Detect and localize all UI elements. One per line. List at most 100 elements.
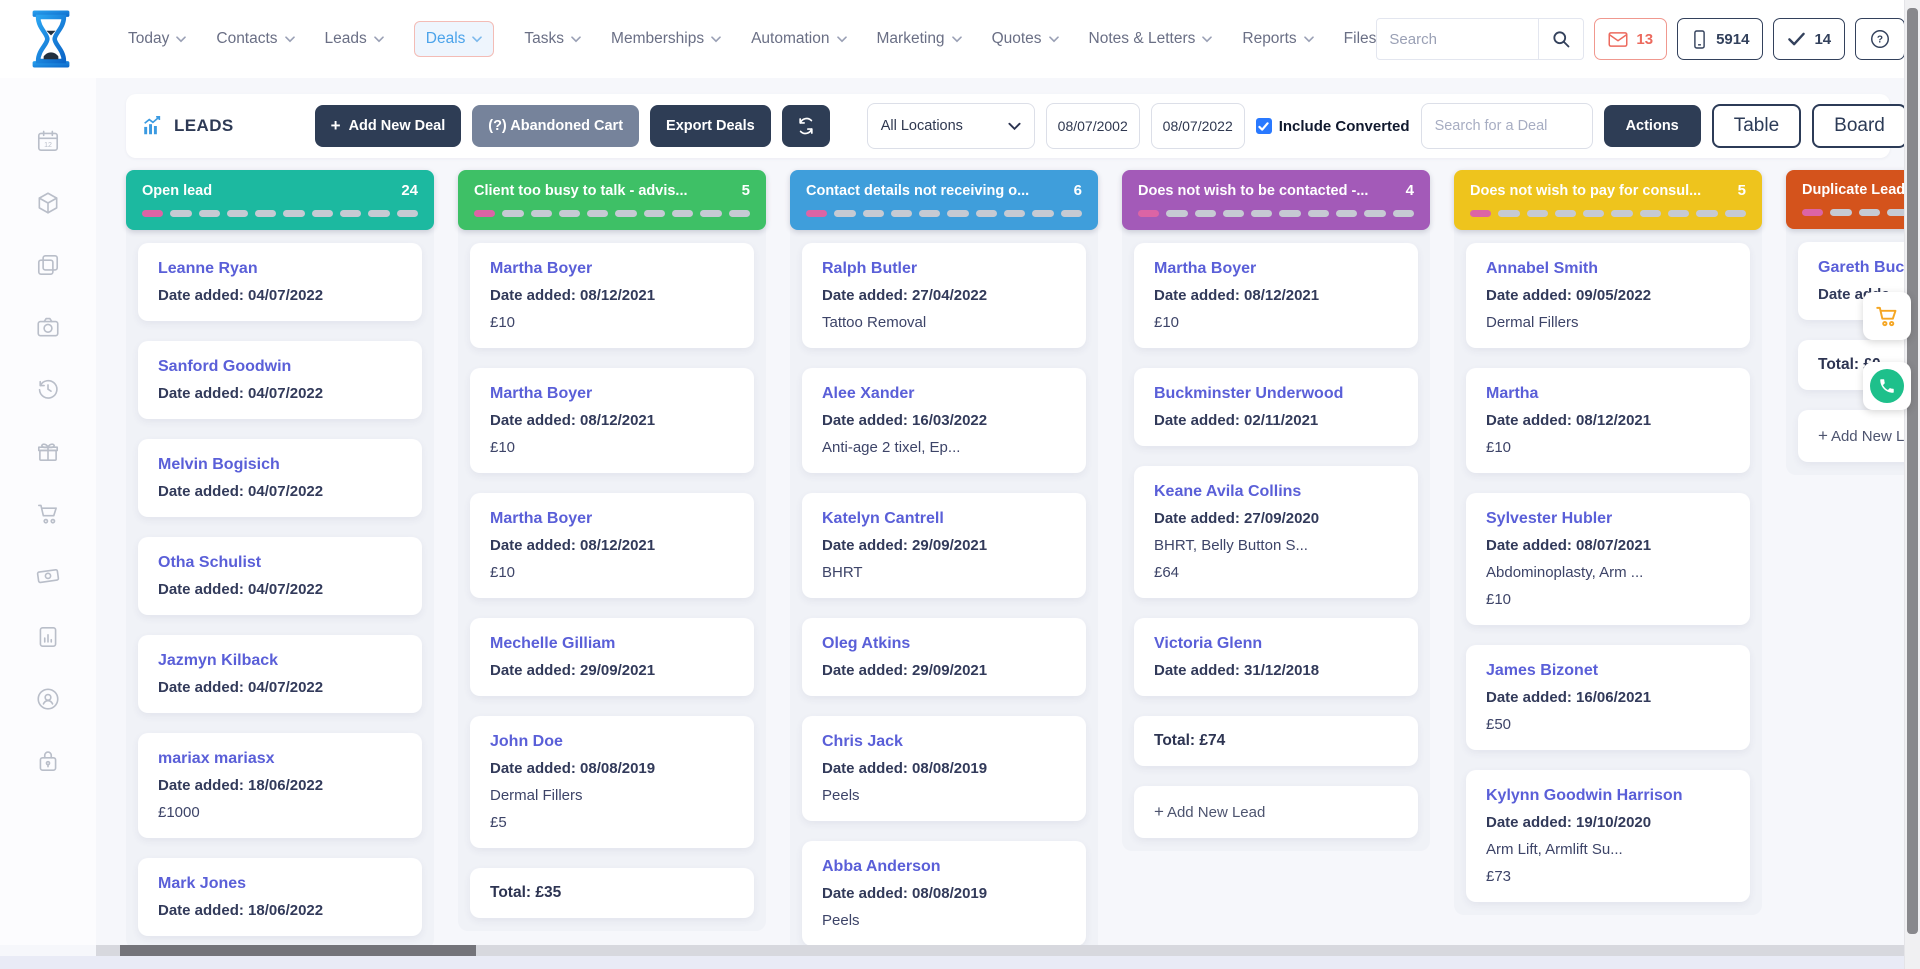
lead-name-link[interactable]: Martha — [1486, 384, 1730, 403]
lead-name-link[interactable]: James Bizonet — [1486, 661, 1730, 680]
lead-card[interactable]: Sylvester Hubler Date added: 08/07/2021 … — [1466, 493, 1750, 625]
actions-button[interactable]: Actions — [1604, 105, 1701, 147]
lead-card[interactable]: Alee Xander Date added: 16/03/2022 Anti-… — [802, 368, 1086, 473]
lead-name-link[interactable]: Mark Jones — [158, 874, 402, 893]
lead-name-link[interactable]: Leanne Ryan — [158, 259, 402, 278]
lead-name-link[interactable]: Katelyn Cantrell — [822, 509, 1066, 528]
nav-item-files[interactable]: Files — [1344, 30, 1377, 48]
lead-card[interactable]: Melvin Bogisich Date added: 04/07/2022 — [138, 439, 422, 517]
lead-name-link[interactable]: Martha Boyer — [1154, 259, 1398, 278]
lead-card[interactable]: Katelyn Cantrell Date added: 29/09/2021 … — [802, 493, 1086, 598]
nav-item-today[interactable]: Today — [128, 30, 186, 48]
vault-icon[interactable] — [35, 748, 61, 774]
column-header[interactable]: Does not wish to pay for consul... 5 — [1454, 170, 1762, 230]
lead-name-link[interactable]: Melvin Bogisich — [158, 455, 402, 474]
lead-name-link[interactable]: Sanford Goodwin — [158, 357, 402, 376]
reports-icon[interactable] — [35, 624, 61, 650]
vertical-scrollbar[interactable] — [1904, 0, 1920, 969]
lead-name-link[interactable]: Annabel Smith — [1486, 259, 1730, 278]
nav-item-deals[interactable]: Deals — [414, 21, 495, 57]
lead-name-link[interactable]: Martha Boyer — [490, 384, 734, 403]
date-from-input[interactable] — [1046, 103, 1140, 149]
lead-name-link[interactable]: Otha Schulist — [158, 553, 402, 572]
lead-name-link[interactable]: Mechelle Gilliam — [490, 634, 734, 653]
lead-card[interactable]: Otha Schulist Date added: 04/07/2022 — [138, 537, 422, 615]
lead-card[interactable]: Mechelle Gilliam Date added: 29/09/2021 — [470, 618, 754, 696]
lead-card[interactable]: mariax mariasx Date added: 18/06/2022 £1… — [138, 733, 422, 838]
lead-name-link[interactable]: Buckminster Underwood — [1154, 384, 1398, 403]
lead-card[interactable]: Annabel Smith Date added: 09/05/2022 Der… — [1466, 243, 1750, 348]
lead-card[interactable]: Chris Jack Date added: 08/08/2019 Peels — [802, 716, 1086, 821]
column-header[interactable]: Client too busy to talk - advis... 5 — [458, 170, 766, 230]
lead-name-link[interactable]: Ralph Butler — [822, 259, 1066, 278]
lead-card[interactable]: Leanne Ryan Date added: 04/07/2022 — [138, 243, 422, 321]
lead-card[interactable]: John Doe Date added: 08/08/2019 Dermal F… — [470, 716, 754, 848]
products-icon[interactable] — [35, 190, 61, 216]
lead-card[interactable]: Kylynn Goodwin Harrison Date added: 19/1… — [1466, 770, 1750, 902]
location-filter-select[interactable]: All Locations — [867, 103, 1035, 149]
export-deals-button[interactable]: Export Deals — [650, 105, 771, 147]
help-button[interactable]: ? — [1855, 18, 1905, 60]
lead-card[interactable]: Mark Jones Date added: 18/06/2022 — [138, 858, 422, 936]
nav-item-automation[interactable]: Automation — [751, 30, 846, 48]
nav-item-tasks[interactable]: Tasks — [524, 30, 581, 48]
lead-name-link[interactable]: Gareth Buck — [1818, 258, 1904, 277]
nav-item-quotes[interactable]: Quotes — [992, 30, 1059, 48]
lead-name-link[interactable]: Victoria Glenn — [1154, 634, 1398, 653]
lead-card[interactable]: Victoria Glenn Date added: 31/12/2018 — [1134, 618, 1418, 696]
app-logo[interactable] — [28, 9, 74, 69]
board-view-button[interactable]: Board — [1812, 104, 1904, 148]
lead-name-link[interactable]: Keane Avila Collins — [1154, 482, 1398, 501]
lead-card[interactable]: Keane Avila Collins Date added: 27/09/20… — [1134, 466, 1418, 598]
cart-icon[interactable] — [35, 500, 61, 526]
date-to-input[interactable] — [1151, 103, 1245, 149]
column-header[interactable]: Contact details not receiving o... 6 — [790, 170, 1098, 230]
lead-card[interactable]: Ralph Butler Date added: 27/04/2022 Tatt… — [802, 243, 1086, 348]
lead-card[interactable]: Martha Boyer Date added: 08/12/2021 £10 — [470, 368, 754, 473]
lead-card[interactable]: Jazmyn Kilback Date added: 04/07/2022 — [138, 635, 422, 713]
lead-card[interactable]: Martha Boyer Date added: 08/12/2021 £10 — [470, 493, 754, 598]
lead-name-link[interactable]: Sylvester Hubler — [1486, 509, 1730, 528]
refresh-button[interactable] — [782, 105, 830, 147]
abandoned-cart-fab[interactable] — [1863, 292, 1911, 340]
calls-badge[interactable]: 5914 — [1677, 18, 1763, 60]
lead-name-link[interactable]: Kylynn Goodwin Harrison — [1486, 786, 1730, 805]
gift-icon[interactable] — [35, 438, 61, 464]
add-new-lead-button[interactable]: +Add New L — [1798, 410, 1904, 462]
lead-card[interactable]: Martha Boyer Date added: 08/12/2021 £10 — [470, 243, 754, 348]
nav-item-memberships[interactable]: Memberships — [611, 30, 721, 48]
search-input[interactable] — [1377, 31, 1538, 48]
lead-name-link[interactable]: Jazmyn Kilback — [158, 651, 402, 670]
nav-item-marketing[interactable]: Marketing — [877, 30, 962, 48]
calendar-icon[interactable]: 12 — [35, 128, 61, 154]
lead-name-link[interactable]: Martha Boyer — [490, 259, 734, 278]
add-new-deal-button[interactable]: +Add New Deal — [315, 105, 462, 147]
lead-card[interactable]: Martha Date added: 08/12/2021 £10 — [1466, 368, 1750, 473]
account-sync-icon[interactable] — [35, 686, 61, 712]
messages-badge[interactable]: 13 — [1594, 18, 1667, 60]
deal-search-input[interactable] — [1421, 103, 1593, 149]
nav-item-contacts[interactable]: Contacts — [216, 30, 294, 48]
lead-card[interactable]: Buckminster Underwood Date added: 02/11/… — [1134, 368, 1418, 446]
lead-card[interactable]: Martha Boyer Date added: 08/12/2021 £10 — [1134, 243, 1418, 348]
lead-card[interactable]: Oleg Atkins Date added: 29/09/2021 — [802, 618, 1086, 696]
column-header[interactable]: Duplicate Lead — [1786, 170, 1904, 229]
nav-item-notes-letters[interactable]: Notes & Letters — [1089, 30, 1213, 48]
lead-name-link[interactable]: Alee Xander — [822, 384, 1066, 403]
lead-name-link[interactable]: Martha Boyer — [490, 509, 734, 528]
lead-name-link[interactable]: John Doe — [490, 732, 734, 751]
nav-item-leads[interactable]: Leads — [325, 30, 384, 48]
lead-name-link[interactable]: Oleg Atkins — [822, 634, 1066, 653]
table-view-button[interactable]: Table — [1712, 104, 1801, 148]
search-button[interactable] — [1538, 19, 1583, 59]
column-header[interactable]: Does not wish to be contacted -... 4 — [1122, 170, 1430, 230]
tasks-badge[interactable]: 14 — [1773, 18, 1845, 60]
abandoned-cart-button[interactable]: (?) Abandoned Cart — [472, 105, 639, 147]
call-fab[interactable] — [1863, 362, 1911, 410]
horizontal-scrollbar[interactable] — [96, 945, 1904, 956]
camera-icon[interactable] — [35, 314, 61, 340]
duplicate-icon[interactable] — [35, 252, 61, 278]
add-new-lead-button[interactable]: +Add New Lead — [1134, 786, 1418, 838]
lead-name-link[interactable]: Abba Anderson — [822, 857, 1066, 876]
lead-card[interactable]: James Bizonet Date added: 16/06/2021 £50 — [1466, 645, 1750, 750]
